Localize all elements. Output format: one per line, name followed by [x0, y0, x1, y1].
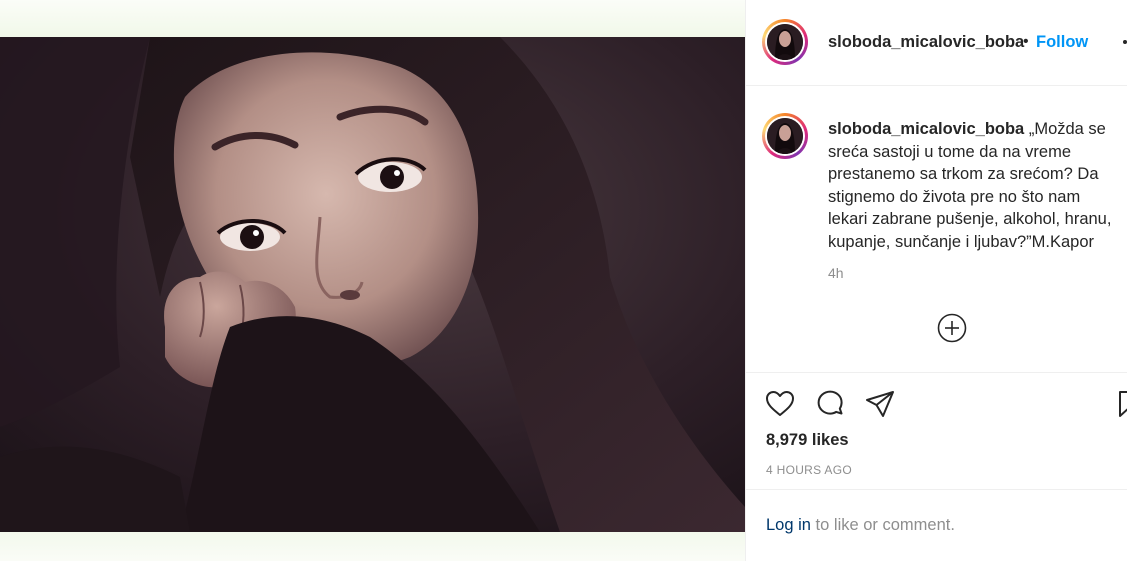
media-panel — [0, 0, 745, 561]
avatar-image — [767, 24, 803, 60]
media-letterbox-bottom — [0, 532, 745, 561]
caption-timestamp[interactable]: 4h — [828, 265, 844, 281]
caption-line: stignemo do života pre no što nam — [828, 187, 1081, 206]
login-link[interactable]: Log in — [766, 516, 811, 534]
login-prompt: Log in to like or comment. — [766, 516, 955, 535]
caption-line: sloboda_micalovic_boba „Možda se — [828, 118, 1127, 141]
caption-line: sreća sastoji u tome da na vreme — [828, 142, 1072, 161]
post-actions: 8,979 likes 4 HOURS AGO — [746, 373, 1127, 490]
share-glyph — [866, 391, 894, 417]
post-header: sloboda_micalovic_boba • Follow — [746, 0, 1127, 86]
caption-line: prestanemo sa trkom za srećom? Da — [828, 165, 1099, 183]
load-more-comments-glyph — [937, 313, 967, 343]
post-timestamp[interactable]: 4 HOURS AGO — [766, 463, 852, 477]
plus-circle-icon[interactable] — [937, 313, 967, 343]
post-footer: Log in to like or comment. — [746, 490, 1127, 561]
heart-glyph — [766, 391, 794, 416]
caption-avatar-portrait — [767, 118, 803, 154]
follow-button[interactable]: Follow — [1036, 33, 1088, 52]
avatar[interactable] — [762, 19, 808, 65]
heart-icon[interactable] — [764, 388, 796, 420]
comment-bubble-icon[interactable] — [814, 388, 846, 420]
likes-count[interactable]: 8,979 likes — [766, 431, 849, 450]
post-caption-section: sloboda_micalovic_boba „Možda se sreća s… — [746, 86, 1127, 373]
header-username-link[interactable]: sloboda_micalovic_boba — [828, 33, 1024, 52]
caption-username-link[interactable]: sloboda_micalovic_boba — [828, 120, 1024, 138]
media-letterbox-top — [0, 0, 745, 37]
post-photo[interactable] — [0, 37, 745, 532]
caption-avatar-image — [767, 118, 803, 154]
more-options-icon[interactable] — [1122, 34, 1127, 50]
more-options-glyph — [1123, 40, 1127, 44]
instagram-post-page: sloboda_micalovic_boba • Follow sloboda_… — [0, 0, 1127, 561]
header-separator: • — [1023, 33, 1029, 50]
comment-glyph — [817, 390, 843, 415]
caption-line-text: „Možda se — [1028, 120, 1106, 138]
paper-plane-icon[interactable] — [864, 388, 896, 420]
caption-avatar[interactable] — [762, 113, 808, 159]
save-glyph — [1119, 391, 1127, 417]
caption-text: sloboda_micalovic_boba „Možda se sreća s… — [828, 118, 1127, 253]
post-side-panel: sloboda_micalovic_boba • Follow sloboda_… — [745, 0, 1127, 561]
avatar-portrait — [767, 24, 803, 60]
caption-line: lekari zabrane pušenje, alkohol, hranu, — [828, 210, 1112, 228]
login-prompt-suffix: to like or comment. — [810, 516, 955, 534]
bookmark-icon[interactable] — [1114, 388, 1127, 420]
caption-line: kupanje, sunčanje i ljubav?”M.Kapor — [828, 232, 1094, 251]
post-photo-portrait — [0, 37, 745, 532]
